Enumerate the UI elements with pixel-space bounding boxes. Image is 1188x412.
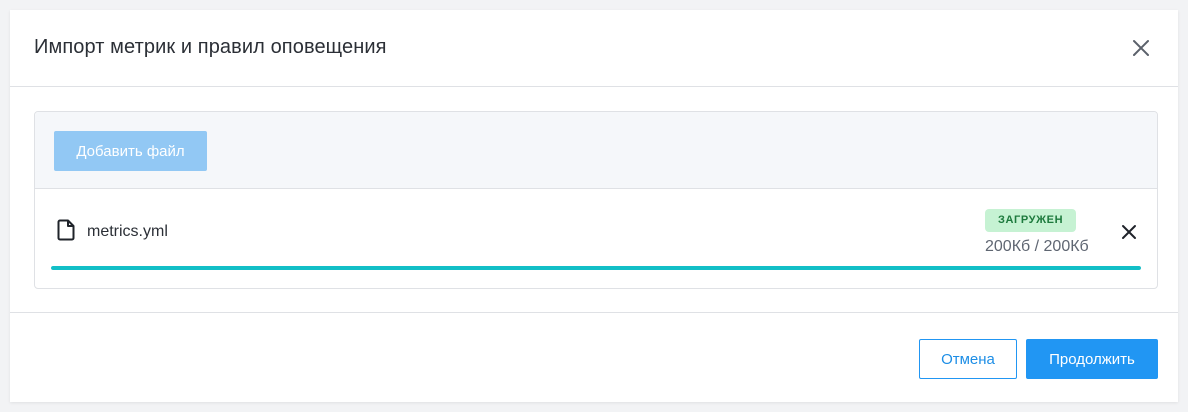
dialog-header: Импорт метрик и правил оповещения bbox=[10, 10, 1178, 87]
upload-toolbar: Добавить файл bbox=[35, 112, 1157, 189]
close-dialog-button[interactable] bbox=[1130, 37, 1152, 59]
dialog-title: Импорт метрик и правил оповещения bbox=[34, 36, 387, 58]
file-icon bbox=[57, 219, 75, 241]
file-row: metrics.yml ЗАГРУЖЕН 200Кб / 200Кб bbox=[35, 189, 1157, 288]
dialog-footer: Отмена Продолжить bbox=[10, 312, 1178, 402]
file-size: 200Кб / 200Кб bbox=[985, 238, 1089, 255]
cancel-button[interactable]: Отмена bbox=[919, 339, 1017, 379]
status-badge: ЗАГРУЖЕН bbox=[985, 209, 1077, 232]
import-dialog: Импорт метрик и правил оповещения Добави… bbox=[10, 10, 1178, 402]
close-icon bbox=[1133, 40, 1149, 56]
upload-panel: Добавить файл metrics.yml ЗАГРУЖЕН 200Кб… bbox=[34, 111, 1158, 289]
add-file-button[interactable]: Добавить файл bbox=[54, 131, 207, 171]
continue-button[interactable]: Продолжить bbox=[1026, 339, 1158, 379]
upload-progress-bar bbox=[51, 266, 1141, 270]
upload-progress-fill bbox=[51, 266, 1141, 270]
remove-file-button[interactable] bbox=[1121, 224, 1137, 240]
close-icon bbox=[1122, 225, 1136, 239]
file-name: metrics.yml bbox=[87, 223, 168, 240]
